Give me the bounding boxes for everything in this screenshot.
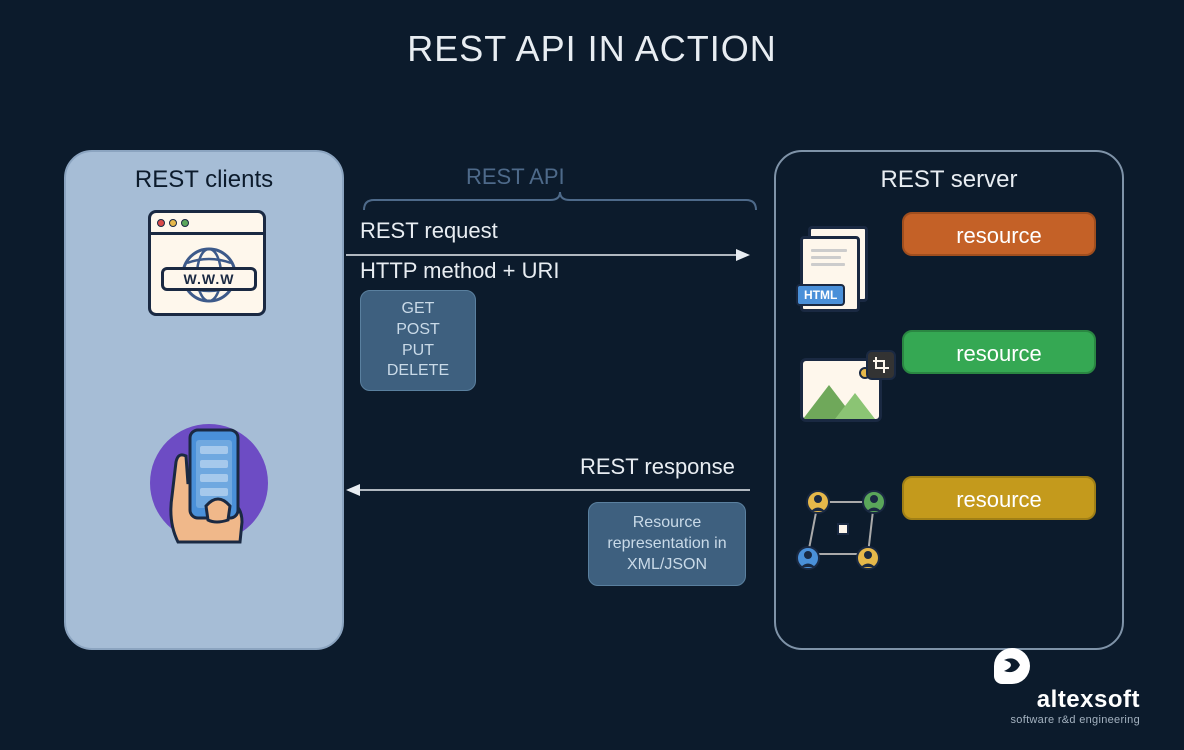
server-heading: REST server: [776, 166, 1122, 194]
logo-name: altexsoft: [1011, 686, 1141, 714]
user-avatar-icon: [806, 490, 830, 514]
request-label: REST request: [360, 218, 498, 244]
rest-server-panel: REST server resource HTML resource resou…: [774, 150, 1124, 650]
brand-logo: altexsoft software r&d engineering: [1011, 686, 1141, 726]
html-document-icon: HTML: [800, 226, 870, 312]
user-avatar-icon: [862, 490, 886, 514]
logo-tagline: software r&d engineering: [1011, 714, 1141, 726]
phone-in-hand-icon: [150, 412, 268, 552]
user-avatar-icon: [796, 546, 820, 570]
image-file-icon: [800, 358, 888, 428]
http-method: GET: [367, 299, 469, 320]
http-method-uri-label: HTTP method + URI: [360, 258, 560, 284]
resource-pill-users: resource: [902, 476, 1096, 520]
http-methods-box: GET POST PUT DELETE: [360, 290, 476, 391]
response-label: REST response: [580, 454, 735, 480]
crop-icon: [866, 350, 896, 380]
users-network-icon: [796, 490, 896, 570]
representation-box: Resource representation in XML/JSON: [588, 502, 746, 586]
traffic-light-red-icon: [157, 219, 165, 227]
traffic-light-green-icon: [181, 219, 189, 227]
rest-api-label: REST API: [466, 164, 565, 190]
traffic-light-yellow-icon: [169, 219, 177, 227]
browser-icon: W.W.W: [148, 210, 266, 316]
browser-window-icon: W.W.W: [148, 210, 266, 316]
page-title: REST API IN ACTION: [0, 28, 1184, 70]
rest-clients-panel: REST clients W.W.W: [64, 150, 344, 650]
http-method: DELETE: [367, 361, 469, 382]
clients-heading: REST clients: [66, 166, 342, 194]
resource-pill-image: resource: [902, 330, 1096, 374]
html-badge: HTML: [796, 284, 845, 306]
logo-bubble-icon: [994, 648, 1030, 684]
arrow-left-icon: [346, 480, 750, 500]
www-label: W.W.W: [161, 267, 257, 291]
user-avatar-icon: [856, 546, 880, 570]
resource-pill-html: resource: [902, 212, 1096, 256]
http-method: POST: [367, 320, 469, 341]
http-method: PUT: [367, 341, 469, 362]
brace-icon: [360, 190, 760, 212]
